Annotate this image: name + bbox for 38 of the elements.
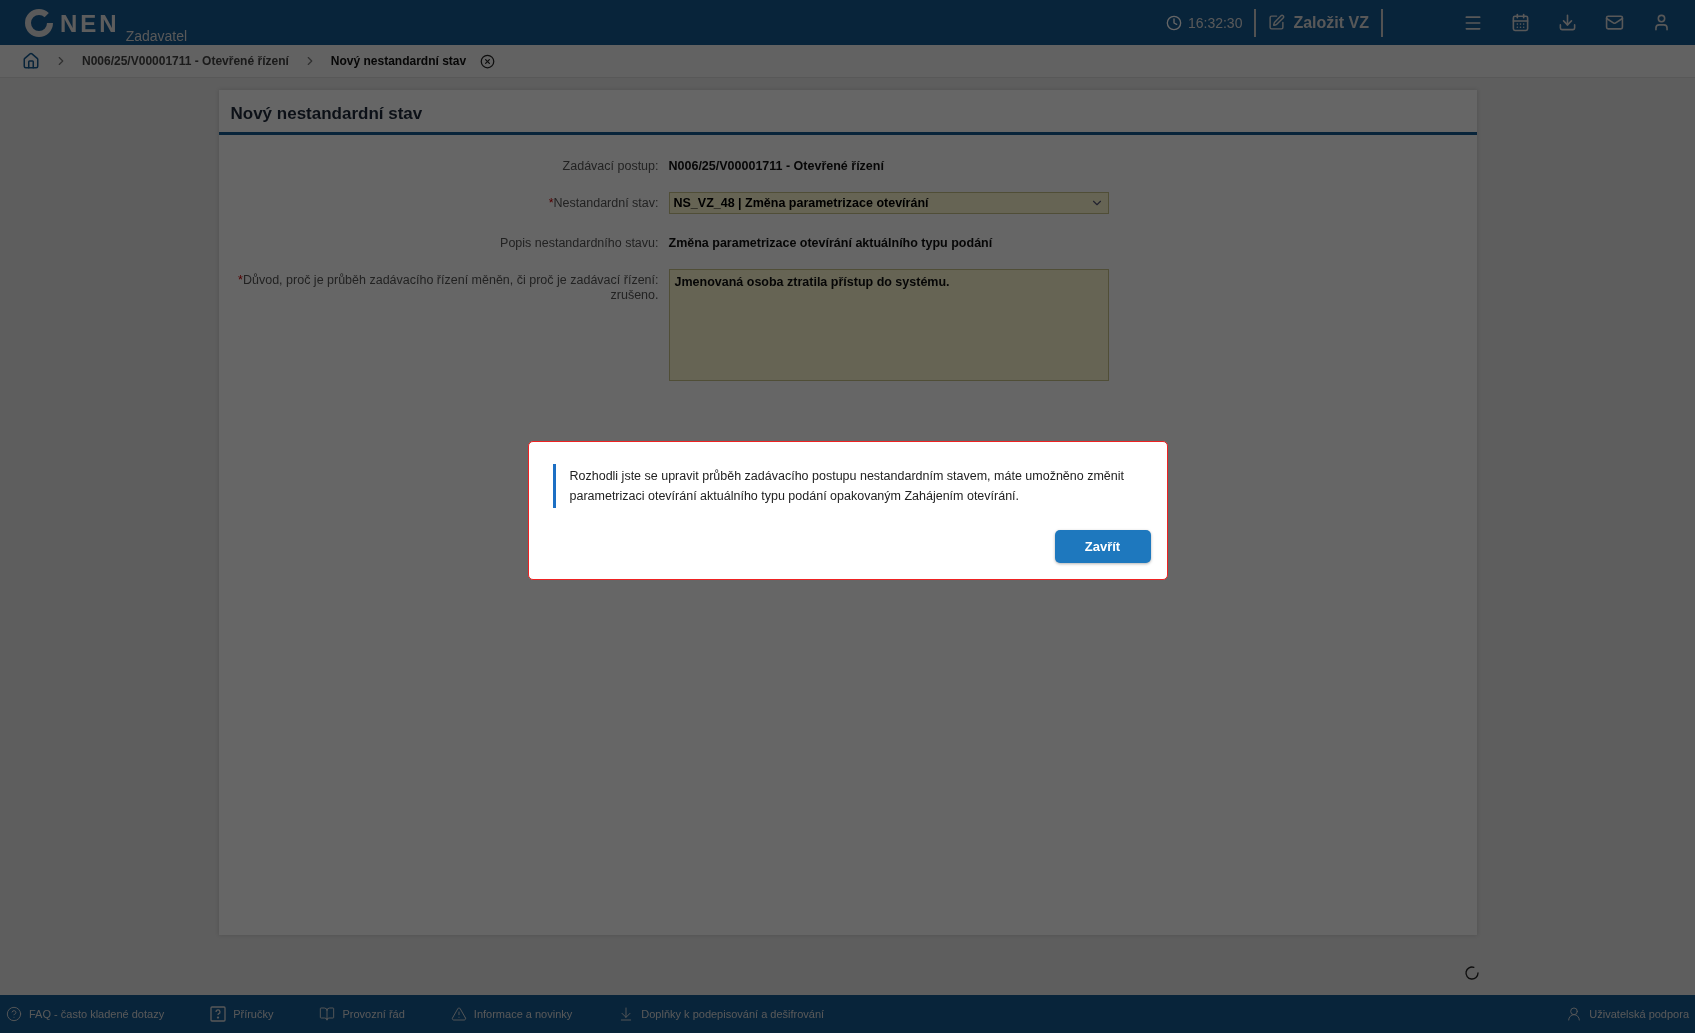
home-icon[interactable] (22, 52, 40, 70)
warning-icon (450, 1006, 467, 1022)
book-icon (319, 1006, 336, 1022)
create-button[interactable]: Založit VZ (1268, 13, 1369, 32)
loading-spinner-icon (1464, 965, 1480, 981)
field-label: Zadávací postup: (561, 158, 659, 174)
field-value: N006/25/V00001711 - Otevřené řízení (668, 158, 885, 174)
close-icon[interactable] (480, 53, 496, 69)
panel-title: Nový nestandardní stav (218, 90, 1477, 135)
footer-link[interactable]: Příručky (210, 1006, 274, 1022)
field-label: *Nestandardní stav: (547, 195, 659, 212)
role-label: Zadavatel (125, 27, 188, 44)
field-value: Změna parametrizace otevírání aktuálního typu podání (668, 235, 994, 251)
help-square-icon (210, 1006, 227, 1022)
reason-textarea[interactable]: Jmenovaná osoba ztratila přístup do systému. (668, 269, 1109, 381)
edit-icon (1268, 14, 1286, 31)
footer-link[interactable]: FAQ - často kladené dotazy (6, 1006, 165, 1022)
calendar-button[interactable] (1511, 13, 1530, 32)
clock-icon (1165, 14, 1182, 31)
support-link[interactable]: Uživatelská podpora (1566, 1006, 1689, 1022)
field-label: Popis nestandardního stavu: (499, 235, 659, 251)
close-button[interactable]: Zavřít (1054, 530, 1151, 563)
logo-ring-icon (24, 7, 54, 38)
user-button[interactable] (1652, 13, 1671, 32)
help-icon (6, 1006, 22, 1022)
breadcrumb-link[interactable]: Nový nestandardní stav (330, 54, 467, 68)
field-label: *Důvod, proč je průběh zadávacího řízení měněn, či proč je zadávací řízení: zrušeno. (237, 272, 659, 304)
footer-link[interactable]: Doplňky k podepisování a dešifrování (618, 1006, 825, 1022)
support-icon (1566, 1006, 1583, 1022)
footer-link[interactable]: Informace a novinky (450, 1006, 573, 1022)
dialog-message: Rozhodli jste se upravit průběh zadávacího postupu nestandardním stavem, máte umožněno změnit parametrizaci otevírání aktuálního typu podání opakovaným Zahájením otevírání. (552, 464, 1151, 508)
clock-time: 16:32:30 (1187, 14, 1243, 31)
download-button[interactable] (1558, 13, 1577, 32)
mail-button[interactable] (1605, 13, 1624, 32)
footer-link[interactable]: Provozní řád (319, 1006, 405, 1022)
state-select[interactable]: NS_VZ_48 | Změna parametrizace otevírání (668, 192, 1109, 214)
breadcrumb-link[interactable]: N006/25/V00001711 - Otevřené řízení (82, 54, 289, 68)
logo-text: NEN (60, 9, 120, 38)
